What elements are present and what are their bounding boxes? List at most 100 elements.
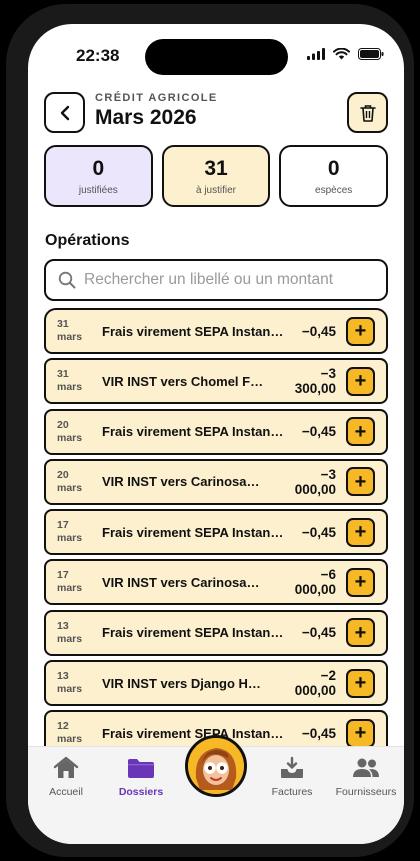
operation-amount: −0,45: [301, 524, 336, 540]
date-day: 31: [57, 368, 69, 381]
folder-icon: [128, 759, 154, 778]
date-day: 20: [57, 468, 69, 481]
chevron-left-icon: [60, 105, 69, 120]
add-receipt-button[interactable]: +: [346, 618, 375, 648]
tab-label: Accueil: [49, 786, 83, 798]
status-time: 22:38: [76, 46, 120, 65]
operation-label: VIR INST vers Chomel F…: [102, 373, 264, 389]
operation-amount: −6 000,00: [294, 567, 336, 598]
add-receipt-button[interactable]: +: [346, 517, 375, 547]
date-day: 17: [57, 569, 69, 582]
operation-row[interactable]: 31 mars VIR INST vers Chomel F… −3 300,00…: [44, 358, 388, 405]
app-screen: 22:38 CRÉDIT AGRICOLE Mars 2026 0 justif…: [28, 24, 404, 844]
stat-value: 31: [204, 156, 228, 180]
operation-amount: −0,45: [301, 725, 336, 741]
search-icon: [58, 271, 76, 289]
tab-bar: Accueil Dossiers Factures Fournisseurs: [28, 735, 404, 844]
operation-date: 31 mars: [46, 318, 102, 344]
phone-frame: 22:38 CRÉDIT AGRICOLE Mars 2026 0 justif…: [6, 4, 414, 857]
date-month: mars: [57, 632, 83, 645]
stat-label: justifiées: [78, 184, 118, 196]
operation-amount: −3 300,00: [294, 366, 336, 397]
operation-label: Frais virement SEPA Instant…: [102, 424, 285, 440]
date-month: mars: [57, 381, 83, 394]
operation-date: 20 mars: [46, 419, 102, 445]
signal-icon: [307, 48, 325, 60]
operation-date: 13 mars: [46, 670, 102, 696]
date-month: mars: [57, 431, 83, 444]
operation-date: 20 mars: [46, 469, 102, 495]
operation-row[interactable]: 31 mars Frais virement SEPA Instant… −0,4…: [44, 308, 388, 354]
tab-factures[interactable]: Factures: [254, 756, 330, 798]
back-button[interactable]: [44, 92, 85, 133]
tab-dossiers[interactable]: Dossiers: [103, 756, 179, 798]
stat-value: 0: [92, 156, 105, 180]
home-icon: [53, 756, 79, 778]
page-header: CRÉDIT AGRICOLE Mars 2026: [44, 90, 388, 133]
add-receipt-button[interactable]: +: [346, 668, 375, 698]
operation-row[interactable]: 20 mars VIR INST vers Carinosa… −3 000,00…: [44, 458, 388, 505]
avatar-icon: [188, 738, 244, 794]
tab-label: Dossiers: [118, 786, 164, 798]
add-receipt-button[interactable]: +: [346, 316, 375, 346]
stat-especes[interactable]: 0 espèces: [279, 145, 389, 207]
operation-row[interactable]: 13 mars Frais virement SEPA Instant… −0,4…: [44, 609, 388, 656]
stats-row: 0 justifiées 31 à justifier 0 espèces: [44, 145, 389, 207]
trash-icon: [359, 104, 376, 122]
operation-label: VIR INST vers Django H…: [102, 675, 261, 691]
operation-row[interactable]: 20 mars Frais virement SEPA Instant… −0,4…: [44, 408, 388, 455]
operation-date: 12 mars: [46, 720, 102, 746]
operations-list: 31 mars Frais virement SEPA Instant… −0,4…: [44, 308, 388, 746]
date-month: mars: [57, 532, 83, 545]
operation-label: Frais virement SEPA Instant…: [102, 524, 285, 540]
search-placeholder: Rechercher un libellé ou un montant: [84, 271, 334, 288]
operation-label: Frais virement SEPA Instant…: [102, 323, 285, 339]
operation-row[interactable]: 17 mars Frais virement SEPA Instant… −0,4…: [44, 509, 388, 556]
assistant-avatar-button[interactable]: [185, 735, 247, 797]
add-receipt-button[interactable]: +: [346, 718, 375, 746]
date-month: mars: [57, 331, 83, 343]
date-day: 17: [57, 519, 69, 532]
operation-date: 17 mars: [46, 569, 102, 595]
operation-amount: −0,45: [301, 323, 336, 339]
stat-justifiees[interactable]: 0 justifiées: [44, 145, 153, 207]
add-receipt-button[interactable]: +: [346, 417, 375, 447]
operation-date: 17 mars: [46, 519, 102, 545]
add-receipt-button[interactable]: +: [346, 567, 375, 597]
stat-a-justifier[interactable]: 31 à justifier: [161, 145, 271, 207]
tab-label: Factures: [271, 786, 313, 798]
wifi-icon: [333, 48, 350, 60]
inbox-icon: [281, 756, 303, 778]
page-title: Mars 2026: [95, 106, 197, 129]
section-title: Opérations: [45, 232, 130, 249]
stat-value: 0: [327, 156, 340, 180]
operation-label: VIR INST vers Carinosa…: [102, 474, 260, 490]
add-receipt-button[interactable]: +: [346, 467, 375, 497]
status-icons: [307, 48, 384, 60]
date-month: mars: [57, 683, 83, 696]
users-icon: [353, 758, 379, 777]
date-day: 13: [57, 619, 69, 632]
tab-label: Fournisseurs: [335, 786, 397, 798]
operation-amount: −2 000,00: [294, 668, 336, 699]
tab-accueil[interactable]: Accueil: [28, 756, 104, 798]
operation-amount: −0,45: [301, 424, 336, 440]
add-receipt-button[interactable]: +: [346, 366, 375, 396]
operation-row[interactable]: 17 mars VIR INST vers Carinosa… −6 000,00…: [44, 559, 388, 606]
date-day: 20: [57, 418, 69, 431]
stat-label: à justifier: [196, 184, 237, 196]
operation-amount: −3 000,00: [294, 466, 336, 497]
operation-row[interactable]: 13 mars VIR INST vers Django H… −2 000,00…: [44, 660, 388, 707]
date-day: 13: [57, 670, 69, 683]
dynamic-island: [145, 39, 288, 75]
date-day: 31: [57, 318, 69, 330]
delete-button[interactable]: [347, 92, 388, 133]
search-input[interactable]: Rechercher un libellé ou un montant: [44, 259, 388, 301]
operation-date: 31 mars: [46, 368, 102, 394]
operation-label: Frais virement SEPA Instant…: [102, 725, 285, 741]
operation-amount: −0,45: [301, 625, 336, 641]
date-month: mars: [57, 582, 83, 595]
operation-date: 13 mars: [46, 620, 102, 646]
operation-label: VIR INST vers Carinosa…: [102, 574, 260, 590]
tab-fournisseurs[interactable]: Fournisseurs: [328, 756, 404, 798]
